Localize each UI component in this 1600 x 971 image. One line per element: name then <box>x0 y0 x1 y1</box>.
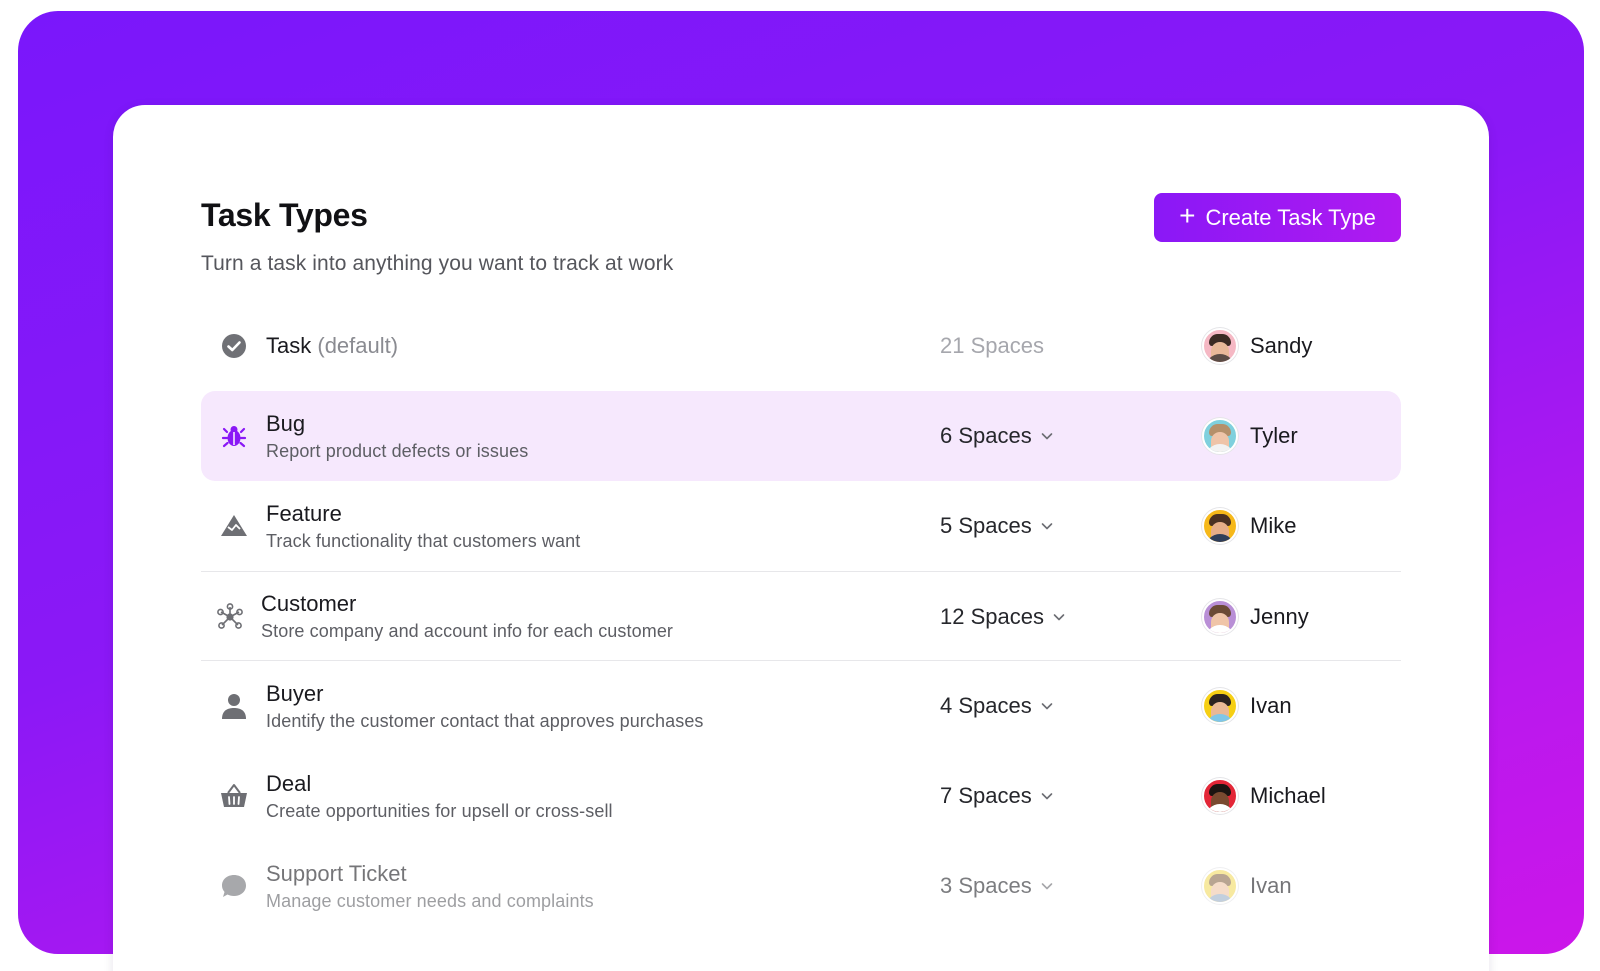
task-type-description: Create opportunities for upsell or cross… <box>266 800 613 821</box>
check-circle-icon <box>219 331 249 361</box>
task-type-row-bug[interactable]: Bug Report product defects or issues 6 S… <box>201 391 1401 481</box>
chevron-down-icon <box>1040 429 1054 443</box>
bug-icon <box>219 421 249 451</box>
owner-name: Mike <box>1250 513 1297 538</box>
plus-icon: + <box>1179 200 1196 231</box>
create-task-type-label: Create Task Type <box>1205 204 1376 230</box>
chat-bubble-icon <box>219 871 249 901</box>
chevron-down-icon <box>1040 789 1054 803</box>
task-type-description: Identify the customer contact that appro… <box>266 710 704 731</box>
task-type-name: Deal <box>266 770 312 796</box>
task-type-name: Bug <box>266 410 306 436</box>
task-type-name: Task (default) <box>266 333 399 358</box>
owner: Michael <box>1202 778 1326 814</box>
spaces-dropdown[interactable]: 4 Spaces <box>940 693 1054 719</box>
spaces-dropdown[interactable]: 6 Spaces <box>940 423 1054 449</box>
owner-name: Sandy <box>1250 333 1313 358</box>
avatar <box>1202 598 1238 635</box>
owner: Ivan <box>1202 688 1292 724</box>
owner: Ivan <box>1202 868 1292 904</box>
owner-name: Tyler <box>1250 423 1298 448</box>
spaces-dropdown[interactable]: 3 Spaces <box>940 873 1054 899</box>
task-type-name: Buyer <box>266 680 324 706</box>
avatar <box>1202 868 1238 904</box>
spaces-count: 21 Spaces <box>940 333 1044 358</box>
default-tag: (default) <box>317 333 399 358</box>
task-type-row-task[interactable]: Task (default) 21 Spaces Sandy <box>201 301 1401 391</box>
owner: Mike <box>1202 508 1296 544</box>
avatar <box>1202 328 1238 364</box>
spaces-dropdown[interactable]: 5 Spaces <box>940 513 1054 539</box>
avatar <box>1202 508 1238 544</box>
owner-name: Jenny <box>1250 603 1309 629</box>
owner: Sandy <box>1202 328 1312 364</box>
avatar <box>1202 688 1238 724</box>
task-type-name: Feature <box>266 500 342 526</box>
task-type-row-deal[interactable]: Deal Create opportunities for upsell or … <box>201 751 1401 841</box>
owner-name: Ivan <box>1250 873 1292 898</box>
task-type-description: Store company and account info for each … <box>261 621 674 641</box>
task-type-row-feature[interactable]: Feature Track functionality that custome… <box>201 481 1401 571</box>
avatar <box>1202 778 1238 814</box>
task-type-description: Track functionality that customers want <box>266 530 581 551</box>
chevron-down-icon <box>1052 610 1066 624</box>
page-title: Task Types <box>201 197 368 233</box>
owner-name: Ivan <box>1250 693 1292 718</box>
task-type-row-support-ticket[interactable]: Support Ticket Manage customer needs and… <box>201 841 1401 931</box>
page-subtitle: Turn a task into anything you want to tr… <box>201 252 674 275</box>
basket-icon <box>219 781 249 811</box>
person-icon <box>219 691 249 721</box>
task-type-row-buyer[interactable]: Buyer Identify the customer contact that… <box>201 661 1401 751</box>
task-type-row-customer[interactable]: Customer Store company and account info … <box>201 571 1401 661</box>
avatar <box>1202 418 1238 454</box>
spaces-dropdown[interactable]: 7 Spaces <box>940 783 1054 809</box>
chevron-down-icon <box>1040 699 1054 713</box>
chevron-down-icon <box>1040 879 1054 893</box>
task-type-name: Customer <box>261 591 357 616</box>
owner: Tyler <box>1202 418 1298 454</box>
chevron-down-icon <box>1040 519 1054 533</box>
spaces-dropdown[interactable]: 12 Spaces <box>940 604 1066 630</box>
network-icon <box>215 602 245 632</box>
create-task-type-button[interactable]: + Create Task Type <box>1154 193 1401 242</box>
owner: Jenny <box>1202 598 1309 635</box>
task-types-list: Task (default) 21 Spaces Sandy Bug Repor… <box>201 301 1401 931</box>
task-type-description: Manage customer needs and complaints <box>266 890 594 911</box>
mountain-icon <box>219 511 249 541</box>
task-type-description: Report product defects or issues <box>266 440 529 461</box>
owner-name: Michael <box>1250 783 1326 808</box>
task-types-panel: Task Types Turn a task into anything you… <box>113 105 1489 971</box>
task-type-name: Support Ticket <box>266 860 407 886</box>
